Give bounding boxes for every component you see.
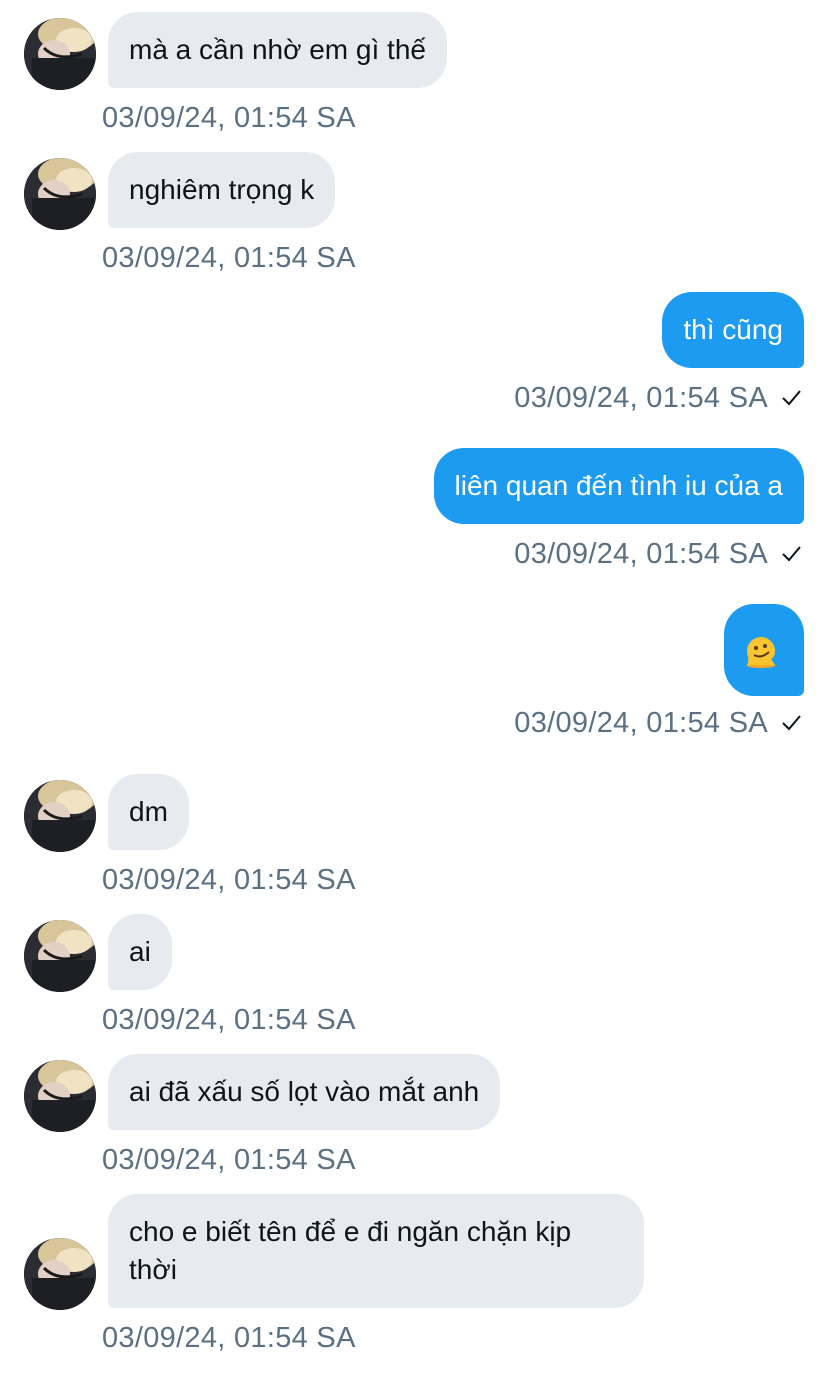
- avatar[interactable]: [24, 158, 96, 230]
- avatar[interactable]: [24, 780, 96, 852]
- avatar[interactable]: [24, 1060, 96, 1132]
- message-timestamp: 03/09/24, 01:54 SA: [102, 1322, 356, 1354]
- message-bubble[interactable]: ai: [108, 914, 172, 990]
- message-bubble[interactable]: cho e biết tên để e đi ngăn chặn kịp thờ…: [108, 1194, 644, 1308]
- melting-face-icon: [746, 637, 776, 668]
- message-timestamp: 03/09/24, 01:54 SA: [102, 102, 356, 134]
- message-timestamp: 03/09/24, 01:54 SA: [102, 1144, 356, 1176]
- avatar[interactable]: [24, 1238, 96, 1310]
- message-timestamp: 03/09/24, 01:54 SA: [514, 538, 768, 570]
- message-bubble[interactable]: nghiêm trọng k: [108, 152, 336, 228]
- sent-check-icon: [782, 715, 801, 731]
- message-bubble[interactable]: mà a cần nhờ em gì thế: [108, 12, 447, 88]
- message-bubble[interactable]: liên quan đến tình iu của a: [433, 448, 804, 524]
- message-timestamp: 03/09/24, 01:54 SA: [102, 242, 356, 274]
- message-timestamp: 03/09/24, 01:54 SA: [514, 382, 768, 414]
- avatar[interactable]: [24, 18, 96, 90]
- message-timestamp: 03/09/24, 01:54 SA: [102, 864, 356, 896]
- message-timestamp: 03/09/24, 01:54 SA: [514, 707, 768, 739]
- message-timestamp: 03/09/24, 01:54 SA: [102, 1004, 356, 1036]
- sent-check-icon: [782, 390, 801, 406]
- message-bubble[interactable]: ai đã xấu số lọt vào mắt anh: [108, 1054, 501, 1130]
- message-bubble[interactable]: dm: [108, 774, 189, 850]
- avatar[interactable]: [24, 920, 96, 992]
- message-bubble[interactable]: [724, 604, 804, 696]
- message-bubble[interactable]: thì cũng: [662, 292, 804, 368]
- sent-check-icon: [782, 546, 801, 562]
